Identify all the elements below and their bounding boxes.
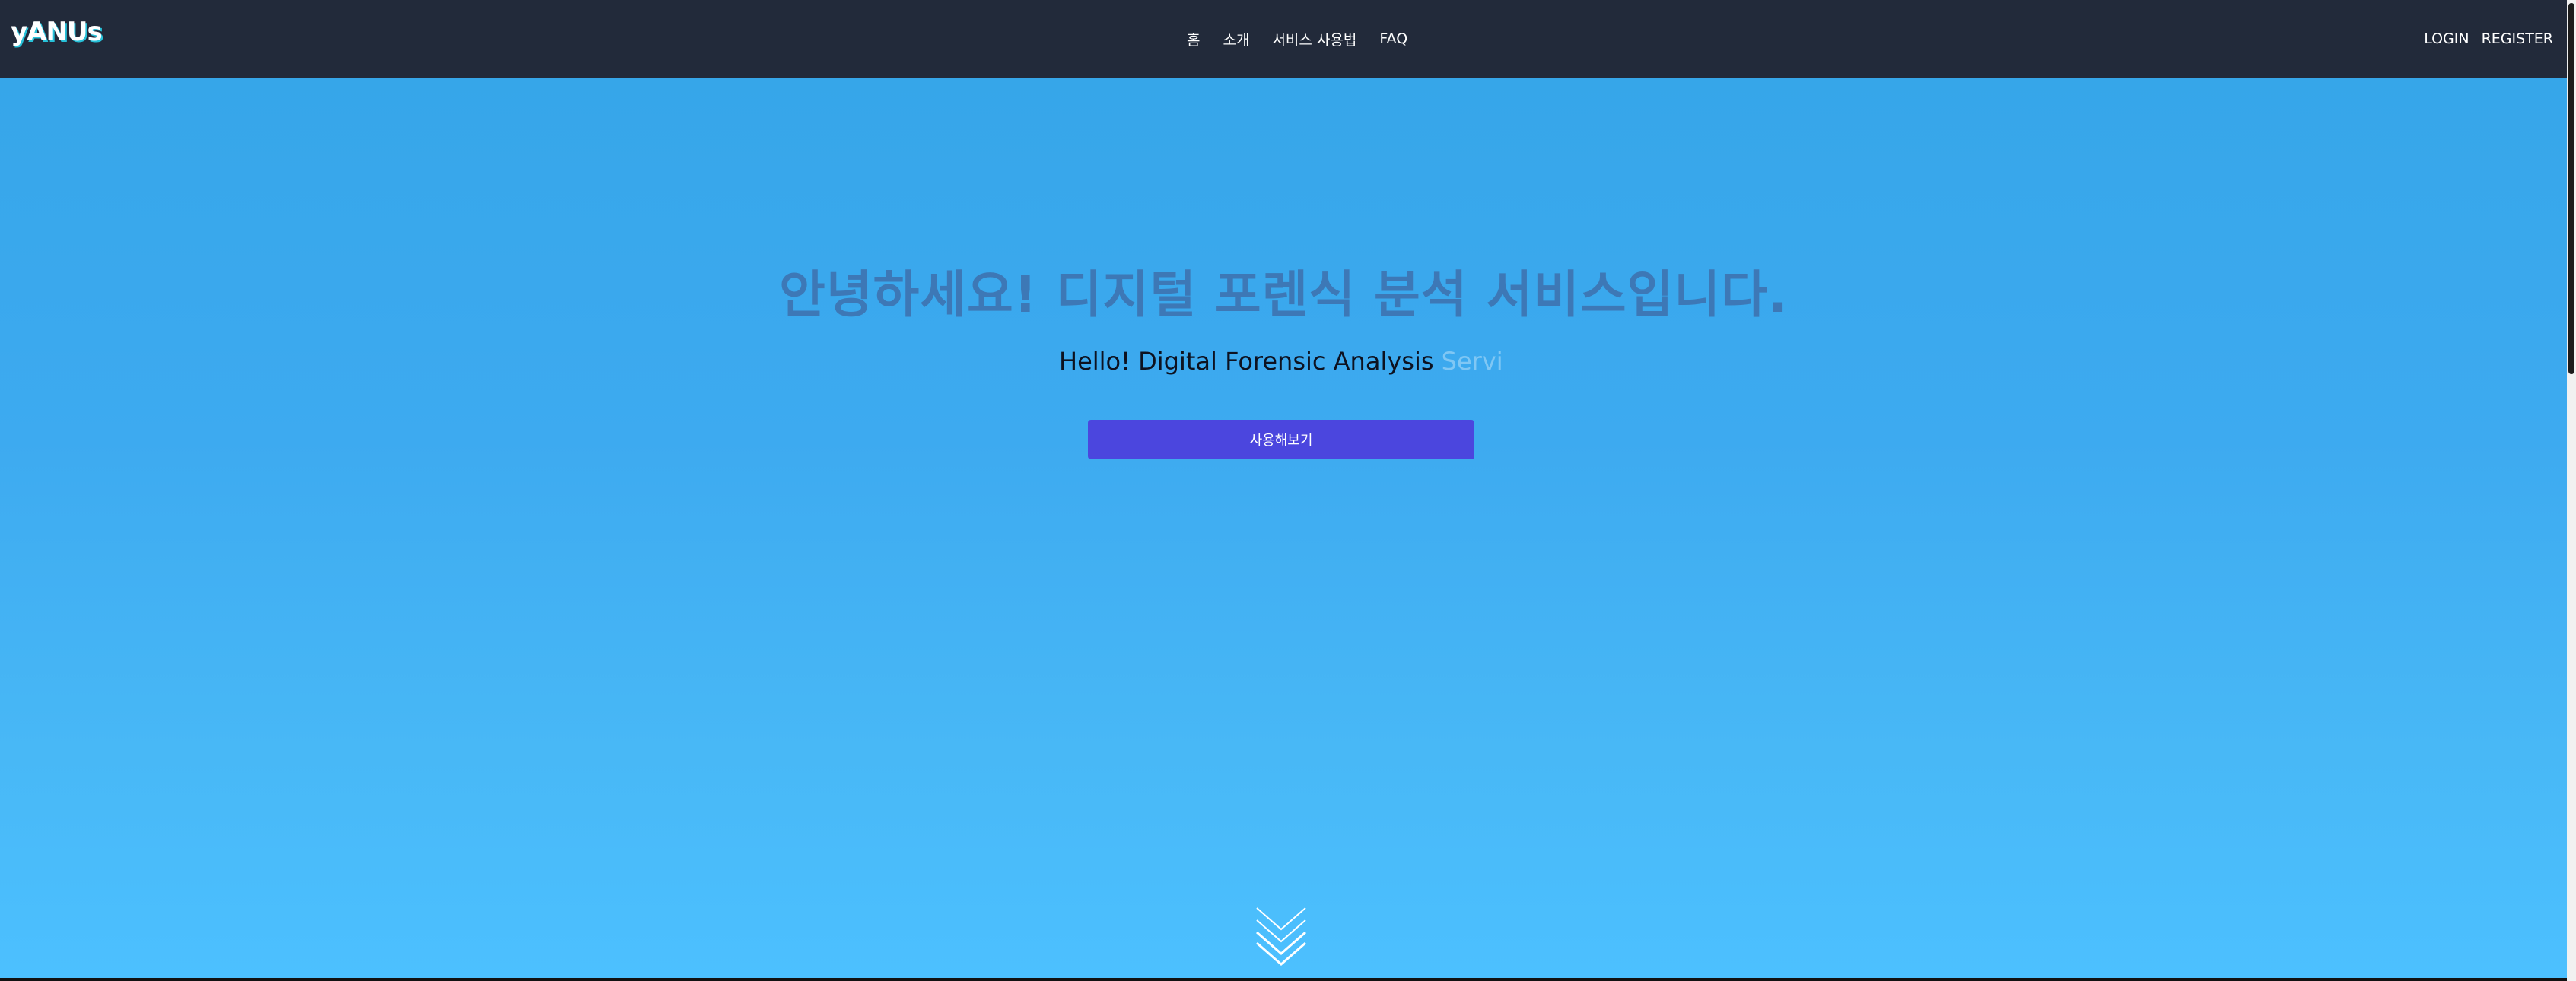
page-bottom-edge [0,978,2567,981]
hero-subtitle-text: Hello! Digital Forensic Analysis [1059,347,1434,376]
auth-nav: LOGIN REGISTER [2424,0,2553,78]
logo[interactable]: yANUs [11,17,103,47]
scrollbar-thumb[interactable] [2568,3,2574,374]
nav-home[interactable]: 홈 [1187,29,1200,49]
page-scrollbar[interactable] [2567,0,2576,981]
nav-faq[interactable]: FAQ [1379,30,1407,47]
top-navbar: yANUs 홈 소개 서비스 사용법 FAQ LOGIN REGISTER [0,0,2567,78]
hero-title: 안녕하세요! 디지털 포렌식 분석 서비스입니다. [779,265,1788,324]
hero-section: 안녕하세요! 디지털 포렌식 분석 서비스입니다. Hello! Digital… [0,78,2567,978]
nav-how-to-use[interactable]: 서비스 사용법 [1272,29,1356,49]
hero-subtitle: Hello! Digital Forensic Analysis Servi [1059,347,1503,376]
try-it-button[interactable]: 사용해보기 [1088,420,1474,459]
hero-subtitle-typing-text: Servi [1441,347,1503,376]
login-link[interactable]: LOGIN [2424,30,2469,47]
chevron-double-down-icon[interactable] [1254,906,1309,967]
nav-about[interactable]: 소개 [1223,29,1249,49]
register-link[interactable]: REGISTER [2482,30,2553,47]
main-nav: 홈 소개 서비스 사용법 FAQ [1187,0,1407,78]
